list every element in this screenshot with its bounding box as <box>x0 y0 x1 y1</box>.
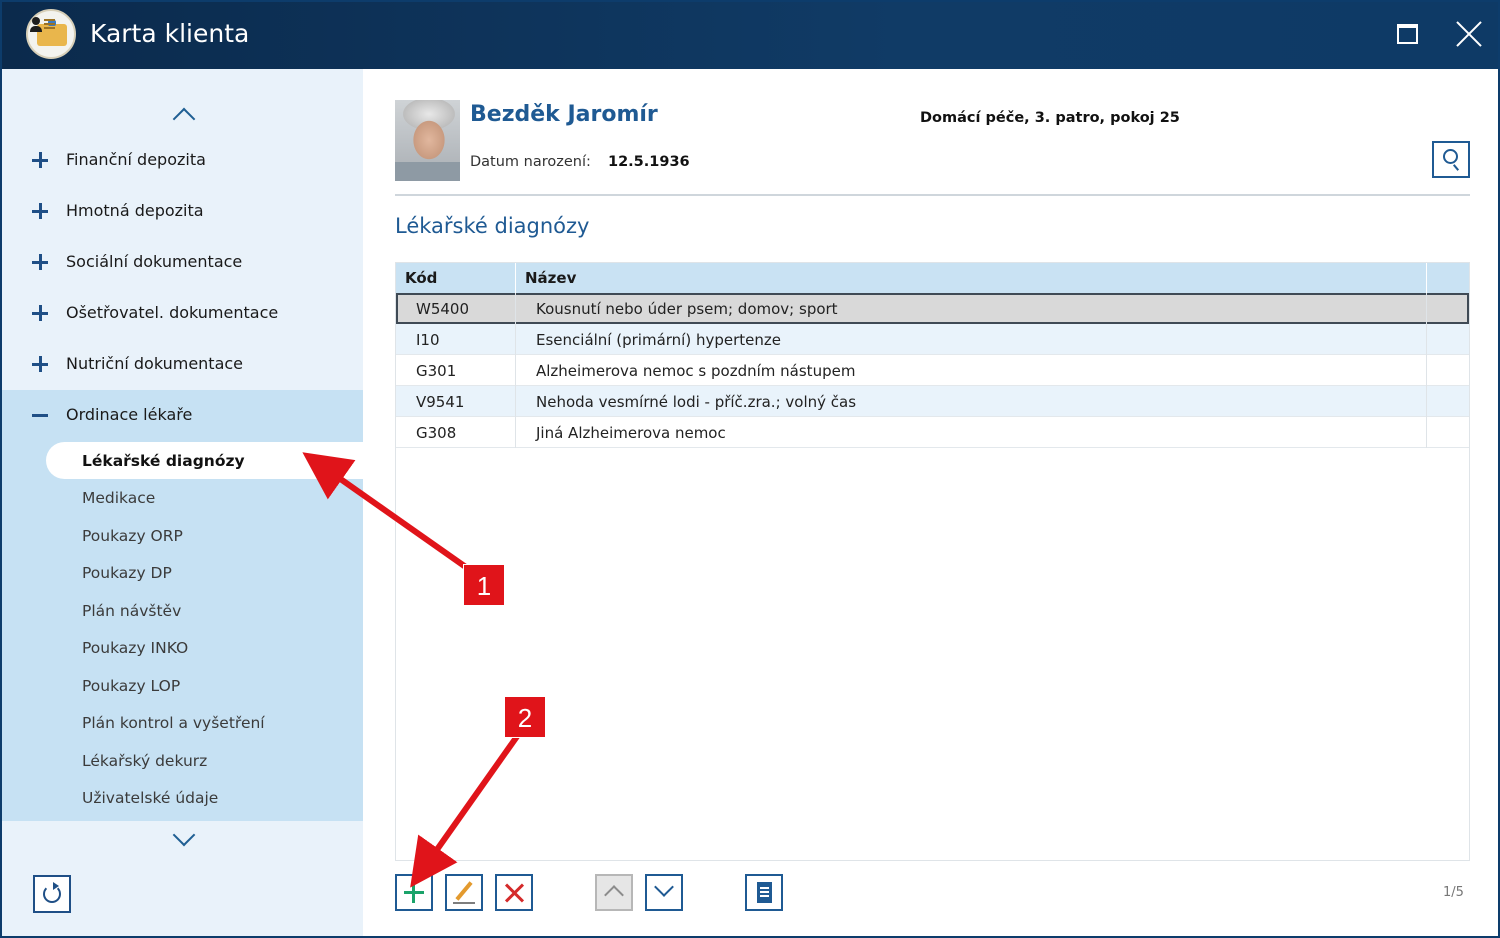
sidebar-item-label: Nutriční dokumentace <box>66 354 244 373</box>
client-photo <box>395 100 460 181</box>
sidebar-item-label: Hmotná depozita <box>66 201 204 220</box>
document-icon <box>757 882 772 903</box>
table-row[interactable]: W5400 Kousnutí nebo úder psem; domov; sp… <box>396 293 1469 324</box>
annotation-badge-2: 2 <box>504 696 546 738</box>
move-up-button[interactable] <box>595 874 633 911</box>
sidebar-subitem-lekarske-diagnozy[interactable]: Lékařské diagnózy <box>2 442 363 479</box>
close-icon[interactable] <box>1455 20 1483 48</box>
birth-date-label: Datum narození: <box>470 154 591 170</box>
diagnosis-name: Esenciální (primární) hypertenze <box>536 331 781 349</box>
scroll-up-chevron-icon[interactable] <box>172 105 194 127</box>
table-row[interactable]: G301 Alzheimerova nemoc s pozdním nástup… <box>396 355 1469 386</box>
sidebar-subitem-plan-kontrol[interactable]: Plán kontrol a vyšetření <box>2 704 363 741</box>
diagnosis-name: Nehoda vesmírné lodi - příč.zra.; volný … <box>536 393 857 411</box>
sidebar-item-financni-depozita[interactable]: Finanční depozita <box>2 135 363 186</box>
add-button[interactable] <box>395 874 433 911</box>
column-header-name[interactable]: Název <box>525 269 576 287</box>
sidebar: Finanční depozita Hmotná depozita Sociál… <box>2 69 363 936</box>
plus-icon <box>32 305 48 321</box>
sidebar-item-label: Sociální dokumentace <box>66 252 243 271</box>
sidebar-subitem-label: Poukazy LOP <box>82 677 181 695</box>
document-button[interactable] <box>745 874 783 911</box>
refresh-button[interactable] <box>33 875 71 913</box>
table-row[interactable]: G308 Jiná Alzheimerova nemoc <box>396 417 1469 448</box>
sidebar-subitem-poukazy-lop[interactable]: Poukazy LOP <box>2 667 363 704</box>
diagnosis-code: I10 <box>416 331 440 349</box>
diagnoses-table: Kód Název W5400 Kousnutí nebo úder psem;… <box>395 262 1470 861</box>
scroll-down-chevron-icon[interactable] <box>172 827 194 849</box>
window-title: Karta klienta <box>90 19 250 48</box>
plus-icon <box>32 152 48 168</box>
sidebar-subitem-label: Lékařské diagnózy <box>82 452 245 470</box>
sidebar-subitem-label: Poukazy INKO <box>82 639 189 657</box>
sidebar-item-label: Finanční depozita <box>66 150 206 169</box>
move-down-button[interactable] <box>645 874 683 911</box>
sidebar-item-label: Ošetřovatel. dokumentace <box>66 303 279 322</box>
sidebar-subitem-label: Plán kontrol a vyšetření <box>82 714 265 732</box>
sidebar-item-label: Ordinace lékaře <box>66 405 193 424</box>
plus-icon <box>32 203 48 219</box>
sidebar-subitem-label: Poukazy DP <box>82 564 172 582</box>
diagnosis-name: Alzheimerova nemoc s pozdním nástupem <box>536 362 856 380</box>
sidebar-subitem-medikace[interactable]: Medikace <box>2 479 363 516</box>
sidebar-subitem-label: Poukazy ORP <box>82 527 183 545</box>
diagnosis-name: Jiná Alzheimerova nemoc <box>536 424 726 442</box>
sidebar-subitem-label: Lékařský dekurz <box>82 752 208 770</box>
maximize-icon[interactable] <box>1397 24 1418 44</box>
minus-icon <box>32 407 48 423</box>
plus-icon <box>32 356 48 372</box>
sidebar-subitem-lekarsky-dekurz[interactable]: Lékařský dekurz <box>2 742 363 779</box>
diagnosis-code: G308 <box>416 424 457 442</box>
sidebar-item-hmotna-depozita[interactable]: Hmotná depozita <box>2 186 363 237</box>
move-up-icon <box>604 885 624 905</box>
main-panel: Bezděk Jaromír Datum narození: 12.5.1936… <box>363 69 1498 936</box>
column-header-code[interactable]: Kód <box>405 269 437 287</box>
header-divider <box>395 194 1470 196</box>
sidebar-subitem-label: Medikace <box>82 489 156 507</box>
sidebar-item-ordinace-lekare[interactable]: Ordinace lékaře <box>2 390 363 441</box>
client-name: Bezděk Jaromír <box>470 102 658 127</box>
sidebar-subitem-poukazy-orp[interactable]: Poukazy ORP <box>2 517 363 554</box>
client-location: Domácí péče, 3. patro, pokoj 25 <box>920 110 1180 126</box>
sidebar-item-nutricni-dokumentace[interactable]: Nutriční dokumentace <box>2 339 363 390</box>
search-button[interactable] <box>1432 141 1470 178</box>
title-bar: Karta klienta <box>0 0 1500 69</box>
table-header: Kód Název <box>396 263 1469 293</box>
move-down-icon <box>654 877 674 897</box>
sidebar-subitem-plan-navstev[interactable]: Plán návštěv <box>2 592 363 629</box>
sidebar-subitem-uzivatelske-udaje[interactable]: Uživatelské údaje <box>2 779 363 816</box>
sidebar-subitem-label: Uživatelské údaje <box>82 789 219 807</box>
search-icon <box>1443 149 1458 164</box>
diagnosis-code: V9541 <box>416 393 465 411</box>
sidebar-item-osetrovatel-dokumentace[interactable]: Ošetřovatel. dokumentace <box>2 288 363 339</box>
delete-button[interactable] <box>495 874 533 911</box>
table-row[interactable]: I10 Esenciální (primární) hypertenze <box>396 324 1469 355</box>
edit-button[interactable] <box>445 874 483 911</box>
annotation-badge-1: 1 <box>463 564 505 606</box>
diagnosis-code: W5400 <box>416 300 470 318</box>
sidebar-subitem-poukazy-dp[interactable]: Poukazy DP <box>2 554 363 591</box>
diagnosis-code: G301 <box>416 362 457 380</box>
client-card-icon <box>26 9 76 59</box>
birth-date-value: 12.5.1936 <box>608 154 690 170</box>
section-title: Lékařské diagnózy <box>395 214 590 238</box>
table-row[interactable]: V9541 Nehoda vesmírné lodi - příč.zra.; … <box>396 386 1469 417</box>
sidebar-subitem-label: Plán návštěv <box>82 602 182 620</box>
record-pager: 1/5 <box>1443 885 1464 900</box>
refresh-icon <box>43 882 61 903</box>
plus-icon <box>32 254 48 270</box>
sidebar-item-socialni-dokumentace[interactable]: Sociální dokumentace <box>2 237 363 288</box>
sidebar-subitem-poukazy-inko[interactable]: Poukazy INKO <box>2 629 363 666</box>
diagnosis-name: Kousnutí nebo úder psem; domov; sport <box>536 300 838 318</box>
